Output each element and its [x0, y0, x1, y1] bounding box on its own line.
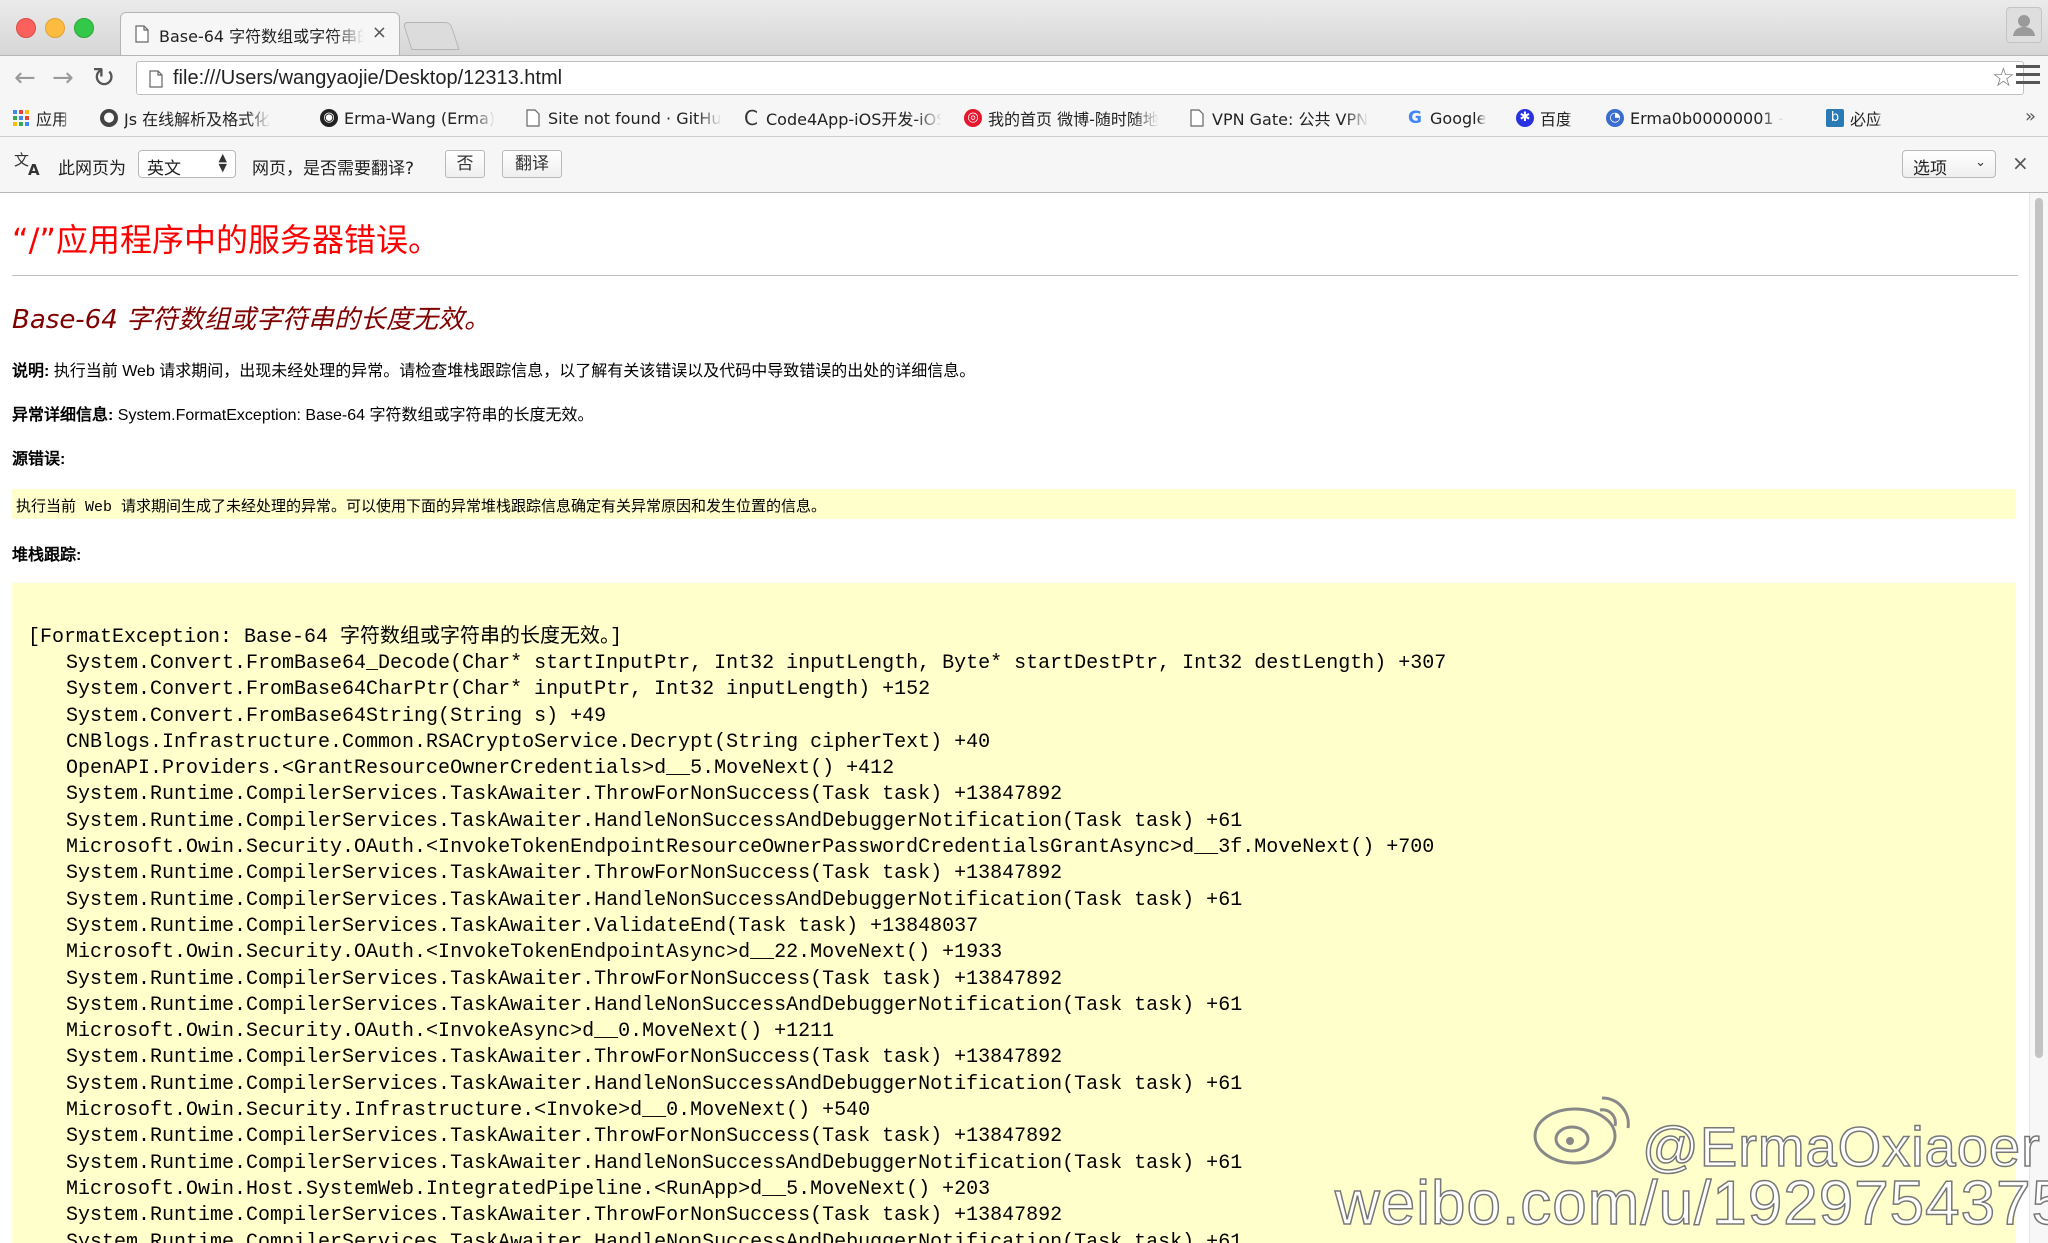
json-icon: ●: [100, 109, 118, 127]
new-tab-button[interactable]: [402, 22, 460, 50]
stack-trace-line: System.Runtime.CompilerServices.TaskAwai…: [66, 914, 979, 938]
translate-bar: 文 A 此网页为 英文 ▲ ▼ 网页，是否需要翻译? 否 翻译 选项 ⌄ ×: [0, 137, 2048, 193]
source-error-label: 源错误:: [12, 451, 66, 468]
close-window-button[interactable]: [16, 18, 36, 38]
stack-trace-line: System.Convert.FromBase64String(String s…: [66, 704, 607, 728]
stack-trace-line: System.Runtime.CompilerServices.TaskAwai…: [66, 783, 1063, 807]
bookmark-star-icon[interactable]: ☆: [1992, 63, 2015, 93]
github-icon: ◉: [320, 109, 338, 127]
stack-trace-line: System.Runtime.CompilerServices.TaskAwai…: [66, 993, 1243, 1017]
tab-close-icon[interactable]: ×: [372, 22, 387, 43]
stack-trace-line: System.Runtime.CompilerServices.TaskAwai…: [66, 888, 1243, 912]
page-heading: “/”应用程序中的服务器错误。: [12, 221, 440, 259]
forward-arrow-icon[interactable]: →: [52, 64, 74, 92]
bookmark-code4app[interactable]: C Code4App-iOS开发-iOS: [742, 107, 942, 129]
error-title: Base-64 字符数组或字符串的长度无效。: [12, 305, 491, 335]
bookmarks-bar: 应用 ● Js 在线解析及格式化 ◉ Erma-Wang (Erma) Site…: [0, 100, 2048, 137]
description-text: 执行当前 Web 请求期间，出现未经处理的异常。请检查堆栈跟踪信息，以了解有关该…: [49, 363, 976, 380]
scrollbar-thumb[interactable]: [2035, 198, 2043, 1058]
stack-trace-paragraph: 堆栈跟踪:: [12, 541, 81, 565]
stack-trace-line: Microsoft.Owin.Security.OAuth.<InvokeTok…: [66, 836, 1435, 860]
bing-icon: b: [1826, 109, 1844, 127]
stack-trace-label: 堆栈跟踪:: [12, 547, 82, 564]
page-icon: [149, 70, 163, 92]
translate-icon: 文 A: [14, 151, 40, 179]
bookmark-google[interactable]: G Google: [1406, 107, 1498, 129]
toolbar: ← → ↻ file:///Users/wangyaojie/Desktop/1…: [0, 55, 2048, 101]
address-bar[interactable]: file:///Users/wangyaojie/Desktop/12313.h…: [136, 61, 2024, 95]
code4app-icon: C: [744, 107, 758, 129]
stack-trace-line: System.Convert.FromBase64_Decode(Char* s…: [66, 652, 1447, 675]
tab-title: Base-64 字符数组或字符串的长度无效。: [159, 27, 364, 46]
profile-button[interactable]: [2006, 7, 2042, 43]
bookmark-erma[interactable]: ◔ Erma0b00000001 -: [1606, 107, 1800, 129]
stack-trace-line: System.Runtime.CompilerServices.TaskAwai…: [66, 967, 1063, 991]
menu-icon[interactable]: [2016, 65, 2040, 89]
divider: [12, 275, 2018, 276]
stack-trace-line: System.Runtime.CompilerServices.TaskAwai…: [66, 809, 1243, 833]
bookmark-site-not-found[interactable]: Site not found · GitHub: [524, 107, 722, 129]
profile-icon: ◔: [1606, 109, 1624, 127]
weibo-logo-icon: [1530, 1086, 1640, 1170]
bookmark-json[interactable]: ● Js 在线解析及格式化: [100, 107, 300, 129]
translate-prefix-text: 此网页为: [58, 159, 126, 179]
bookmark-baidu[interactable]: ✱ 百度: [1516, 107, 1586, 129]
stack-trace-line: Microsoft.Owin.Security.OAuth.<InvokeAsy…: [66, 1020, 835, 1044]
watermark-url: weibo.com/u/1929754375: [1334, 1168, 2048, 1239]
stack-trace-line: OpenAPI.Providers.<GrantResourceOwnerCre…: [66, 757, 895, 781]
page-icon: [135, 25, 149, 47]
options-select[interactable]: 选项 ⌄: [1902, 150, 1996, 179]
updown-chevron-icon: ▲ ▼: [218, 151, 227, 174]
person-icon: [2013, 15, 2035, 36]
bookmarks-overflow-icon[interactable]: »: [2025, 106, 2036, 127]
source-error-paragraph: 源错误:: [12, 445, 65, 469]
minimize-window-button[interactable]: [45, 18, 65, 38]
stack-trace-line: System.Convert.FromBase64CharPtr(Char* i…: [66, 678, 931, 702]
language-select[interactable]: 英文 ▲ ▼: [138, 150, 236, 179]
bookmark-apps[interactable]: 应用: [12, 107, 78, 129]
no-button[interactable]: 否: [445, 150, 485, 178]
reload-icon[interactable]: ↻: [92, 64, 115, 92]
bookmark-bing[interactable]: b 必应: [1826, 107, 1900, 129]
stack-trace-line: Microsoft.Owin.Security.OAuth.<InvokeTok…: [66, 941, 1003, 965]
bookmark-github[interactable]: ◉ Erma-Wang (Erma): [320, 107, 502, 129]
bookmark-vpn-gate[interactable]: VPN Gate: 公共 VPN: [1188, 107, 1378, 129]
apps-grid-icon: [12, 109, 30, 127]
stack-trace-header: [FormatException: Base-64 字符数组或字符串的长度无效。…: [28, 626, 623, 649]
chevron-down-icon: ⌄: [1975, 155, 1986, 170]
baidu-icon: ✱: [1516, 109, 1534, 127]
description-label: 说明:: [12, 363, 50, 380]
exception-label: 异常详细信息:: [12, 407, 114, 424]
stack-trace-line: System.Runtime.CompilerServices.TaskAwai…: [66, 1046, 1063, 1070]
page-icon: [524, 109, 542, 127]
weibo-icon: ◎: [964, 109, 982, 127]
back-arrow-icon[interactable]: ←: [14, 64, 36, 92]
zoom-window-button[interactable]: [74, 18, 94, 38]
stack-trace-line: System.Runtime.CompilerServices.TaskAwai…: [66, 862, 1063, 886]
weibo-watermark: @ErmaOxiaoer weibo.com/u/1929754375: [1330, 1080, 2048, 1243]
exception-detail-paragraph: 异常详细信息: System.FormatException: Base-64 …: [12, 401, 593, 425]
google-icon: G: [1408, 108, 1422, 128]
stack-trace-line: CNBlogs.Infrastructure.Common.RSACryptoS…: [66, 730, 991, 754]
tab-active[interactable]: Base-64 字符数组或字符串的长度无效。 ×: [120, 12, 400, 55]
close-icon[interactable]: ×: [2012, 151, 2029, 175]
translate-question-text: 网页，是否需要翻译?: [252, 159, 415, 179]
title-bar: Base-64 字符数组或字符串的长度无效。 ×: [0, 0, 2048, 55]
url-text[interactable]: file:///Users/wangyaojie/Desktop/12313.h…: [173, 67, 562, 90]
translate-button[interactable]: 翻译: [502, 150, 562, 178]
page-icon: [1188, 109, 1206, 127]
bookmark-weibo[interactable]: ◎ 我的首页 微博-随时随地: [964, 107, 1164, 129]
description-paragraph: 说明: 执行当前 Web 请求期间，出现未经处理的异常。请检查堆栈跟踪信息，以了…: [12, 357, 975, 381]
source-error-box: 执行当前 Web 请求期间生成了未经处理的异常。可以使用下面的异常堆栈跟踪信息确…: [12, 489, 2016, 519]
exception-text: System.FormatException: Base-64 字符数组或字符串…: [113, 407, 594, 424]
